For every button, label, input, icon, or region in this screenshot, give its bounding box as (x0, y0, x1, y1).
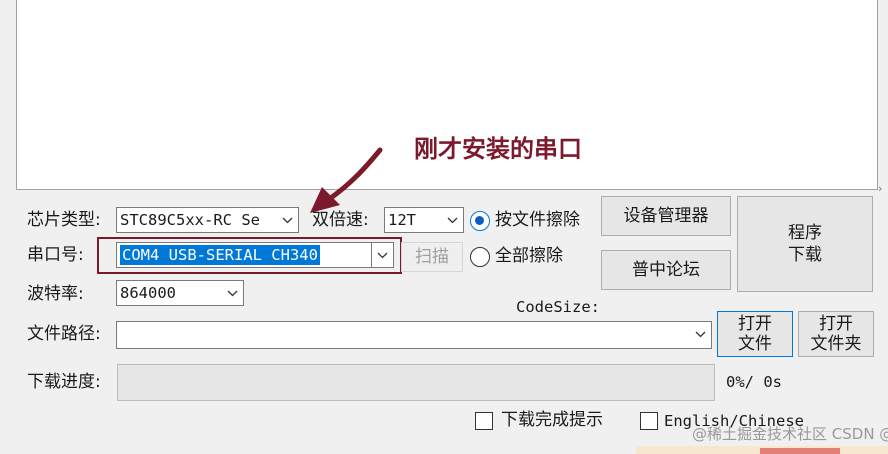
download-complete-notify-label: 下载完成提示 (501, 410, 603, 430)
file-path-select[interactable] (116, 321, 712, 349)
language-toggle-checkbox[interactable] (640, 412, 658, 430)
erase-by-file-label: 按文件擦除 (495, 210, 580, 230)
download-progress-label: 下载进度: (27, 372, 101, 392)
open-file-button[interactable]: 打开 文件 (717, 311, 793, 357)
scan-button[interactable]: 扫描 (401, 242, 463, 272)
open-file-line2: 文件 (738, 334, 772, 354)
open-folder-line1: 打开 (819, 314, 853, 334)
chip-type-label: 芯片类型: (27, 210, 101, 230)
baud-rate-label: 波特率: (27, 284, 84, 304)
watermark-text: @稀土掘金技术社区 CSDN @杨校 (692, 425, 888, 443)
serial-port-label: 串口号: (27, 245, 84, 265)
double-speed-select[interactable]: 12T (384, 207, 464, 233)
open-file-line1: 打开 (738, 314, 772, 334)
serial-port-value: COM4 USB-SERIAL CH340 (120, 245, 320, 265)
bottom-strip-accent (760, 448, 840, 454)
open-folder-line2: 文件夹 (810, 334, 862, 354)
double-speed-value: 12T (388, 211, 416, 229)
erase-all-label: 全部擦除 (495, 246, 563, 266)
serial-port-select[interactable]: COM4 USB-SERIAL CH340 (116, 242, 394, 268)
erase-by-file-radio[interactable] (470, 211, 490, 231)
annotation-text: 刚才安装的串口 (414, 135, 582, 163)
erase-all-radio[interactable] (470, 247, 490, 267)
download-progress-bar (117, 364, 715, 401)
chip-type-select[interactable]: STC89C5xx-RC Se (116, 207, 299, 233)
baud-rate-value: 864000 (120, 284, 176, 302)
chevron-down-icon (276, 208, 298, 232)
codesize-label: CodeSize: (516, 298, 600, 316)
chevron-down-icon (221, 281, 243, 305)
chevron-down-icon (689, 322, 711, 346)
bottom-strip (0, 446, 888, 454)
program-download-button[interactable]: 程序 下载 (737, 196, 873, 292)
scroll-right-chevron-icon[interactable]: › (878, 182, 888, 195)
chevron-down-icon (441, 208, 463, 232)
forum-button[interactable]: 普中论坛 (601, 250, 731, 290)
chevron-down-icon (371, 243, 393, 267)
baud-rate-select[interactable]: 864000 (116, 280, 244, 306)
file-path-label: 文件路径: (27, 324, 101, 344)
download-progress-text: 0%/ 0s (726, 373, 782, 391)
chip-type-value: STC89C5xx-RC Se (120, 211, 260, 229)
device-manager-button[interactable]: 设备管理器 (601, 196, 731, 236)
open-folder-button[interactable]: 打开 文件夹 (798, 311, 874, 357)
download-complete-notify-checkbox[interactable] (475, 412, 493, 430)
double-speed-label: 双倍速: (312, 210, 369, 230)
program-download-line2: 下载 (788, 245, 822, 265)
program-download-line1: 程序 (788, 223, 822, 243)
